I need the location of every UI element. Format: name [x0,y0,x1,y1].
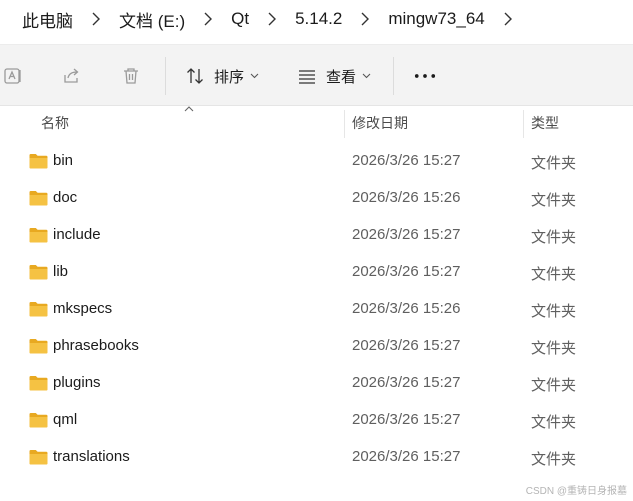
column-divider[interactable] [344,110,345,138]
file-name: include [53,226,101,243]
sort-label: 排序 [214,68,245,86]
chevron-right-icon[interactable] [348,12,382,26]
toolbar-divider [393,57,394,95]
file-name: doc [53,189,78,206]
breadcrumb-item-this-pc[interactable]: 此电脑 [0,7,79,32]
file-name: mkspecs [53,300,113,317]
watermark: CSDN @重铸日身报墓 [525,486,627,497]
file-name: phrasebooks [53,337,139,354]
file-modified-date: 2026/3/26 15:26 [352,189,461,206]
file-type: 文件夹 [531,377,577,394]
chevron-right-icon[interactable] [191,12,225,26]
breadcrumb-item-qt[interactable]: Qt [225,9,255,29]
folder-icon [29,375,48,391]
column-header-name[interactable]: 名称 [41,106,69,140]
file-modified-date: 2026/3/26 15:27 [352,226,461,243]
file-type: 文件夹 [531,414,577,431]
file-row[interactable]: phrasebooks 2026/3/26 15:27 文件夹 [0,328,633,365]
folder-icon [29,449,48,465]
breadcrumb-item-version[interactable]: 5.14.2 [289,9,348,29]
file-name: bin [53,152,74,169]
column-divider[interactable] [523,110,524,138]
column-header-modified[interactable]: 修改日期 [352,106,408,140]
view-label: 查看 [326,68,357,86]
file-modified-date: 2026/3/26 15:27 [352,263,461,280]
more-options-icon[interactable] [410,64,440,88]
command-bar: 排序 查看 [0,44,633,106]
chevron-down-icon [362,72,371,81]
column-header-row: 名称 修改日期 类型 [0,106,633,140]
file-type: 文件夹 [531,303,577,320]
file-modified-date: 2026/3/26 15:27 [352,374,461,391]
folder-icon [29,264,48,280]
breadcrumb: 此电脑 文档 (E:) Qt 5.14.2 mingw73_64 [0,0,633,38]
folder-icon [29,190,48,206]
folder-icon [29,412,48,428]
file-row[interactable]: doc 2026/3/26 15:26 文件夹 [0,180,633,217]
file-modified-date: 2026/3/26 15:27 [352,411,461,428]
chevron-right-icon[interactable] [79,12,113,26]
file-name: qml [53,411,78,428]
breadcrumb-item-current[interactable]: mingw73_64 [382,9,490,29]
folder-icon [29,153,48,169]
chevron-down-icon [250,72,259,81]
toolbar-divider [165,57,166,95]
file-row[interactable]: translations 2026/3/26 15:27 文件夹 [0,439,633,476]
file-type: 文件夹 [531,155,577,172]
file-row[interactable]: qml 2026/3/26 15:27 文件夹 [0,402,633,439]
file-row[interactable]: lib 2026/3/26 15:27 文件夹 [0,254,633,291]
file-type: 文件夹 [531,229,577,246]
file-name: lib [53,263,69,280]
ai-rename-icon[interactable] [2,65,24,87]
breadcrumb-item-drive[interactable]: 文档 (E:) [113,7,191,32]
sort-button[interactable]: 排序 [184,64,259,88]
view-list-icon [296,65,318,87]
folder-icon [29,338,48,354]
share-icon[interactable] [61,65,83,87]
chevron-right-icon[interactable] [255,12,289,26]
file-row[interactable]: mkspecs 2026/3/26 15:26 文件夹 [0,291,633,328]
file-modified-date: 2026/3/26 15:27 [352,337,461,354]
file-modified-date: 2026/3/26 15:27 [352,448,461,465]
file-row[interactable]: plugins 2026/3/26 15:27 文件夹 [0,365,633,402]
file-type: 文件夹 [531,451,577,468]
trash-icon[interactable] [120,65,142,87]
folder-icon [29,227,48,243]
file-row[interactable]: bin 2026/3/26 15:27 文件夹 [0,143,633,180]
sort-arrows-icon [184,65,206,87]
column-header-type[interactable]: 类型 [531,106,559,140]
folder-icon [29,301,48,317]
file-list: bin 2026/3/26 15:27 文件夹 doc 2026/3/26 15:26 文… [0,143,633,476]
file-name: translations [53,448,130,465]
file-type: 文件夹 [531,340,577,357]
file-name: plugins [53,374,101,391]
view-button[interactable]: 查看 [296,64,371,88]
file-type: 文件夹 [531,266,577,283]
sort-ascending-icon [184,106,194,112]
file-row[interactable]: include 2026/3/26 15:27 文件夹 [0,217,633,254]
file-modified-date: 2026/3/26 15:26 [352,300,461,317]
chevron-right-icon[interactable] [491,12,525,26]
file-type: 文件夹 [531,192,577,209]
file-modified-date: 2026/3/26 15:27 [352,152,461,169]
